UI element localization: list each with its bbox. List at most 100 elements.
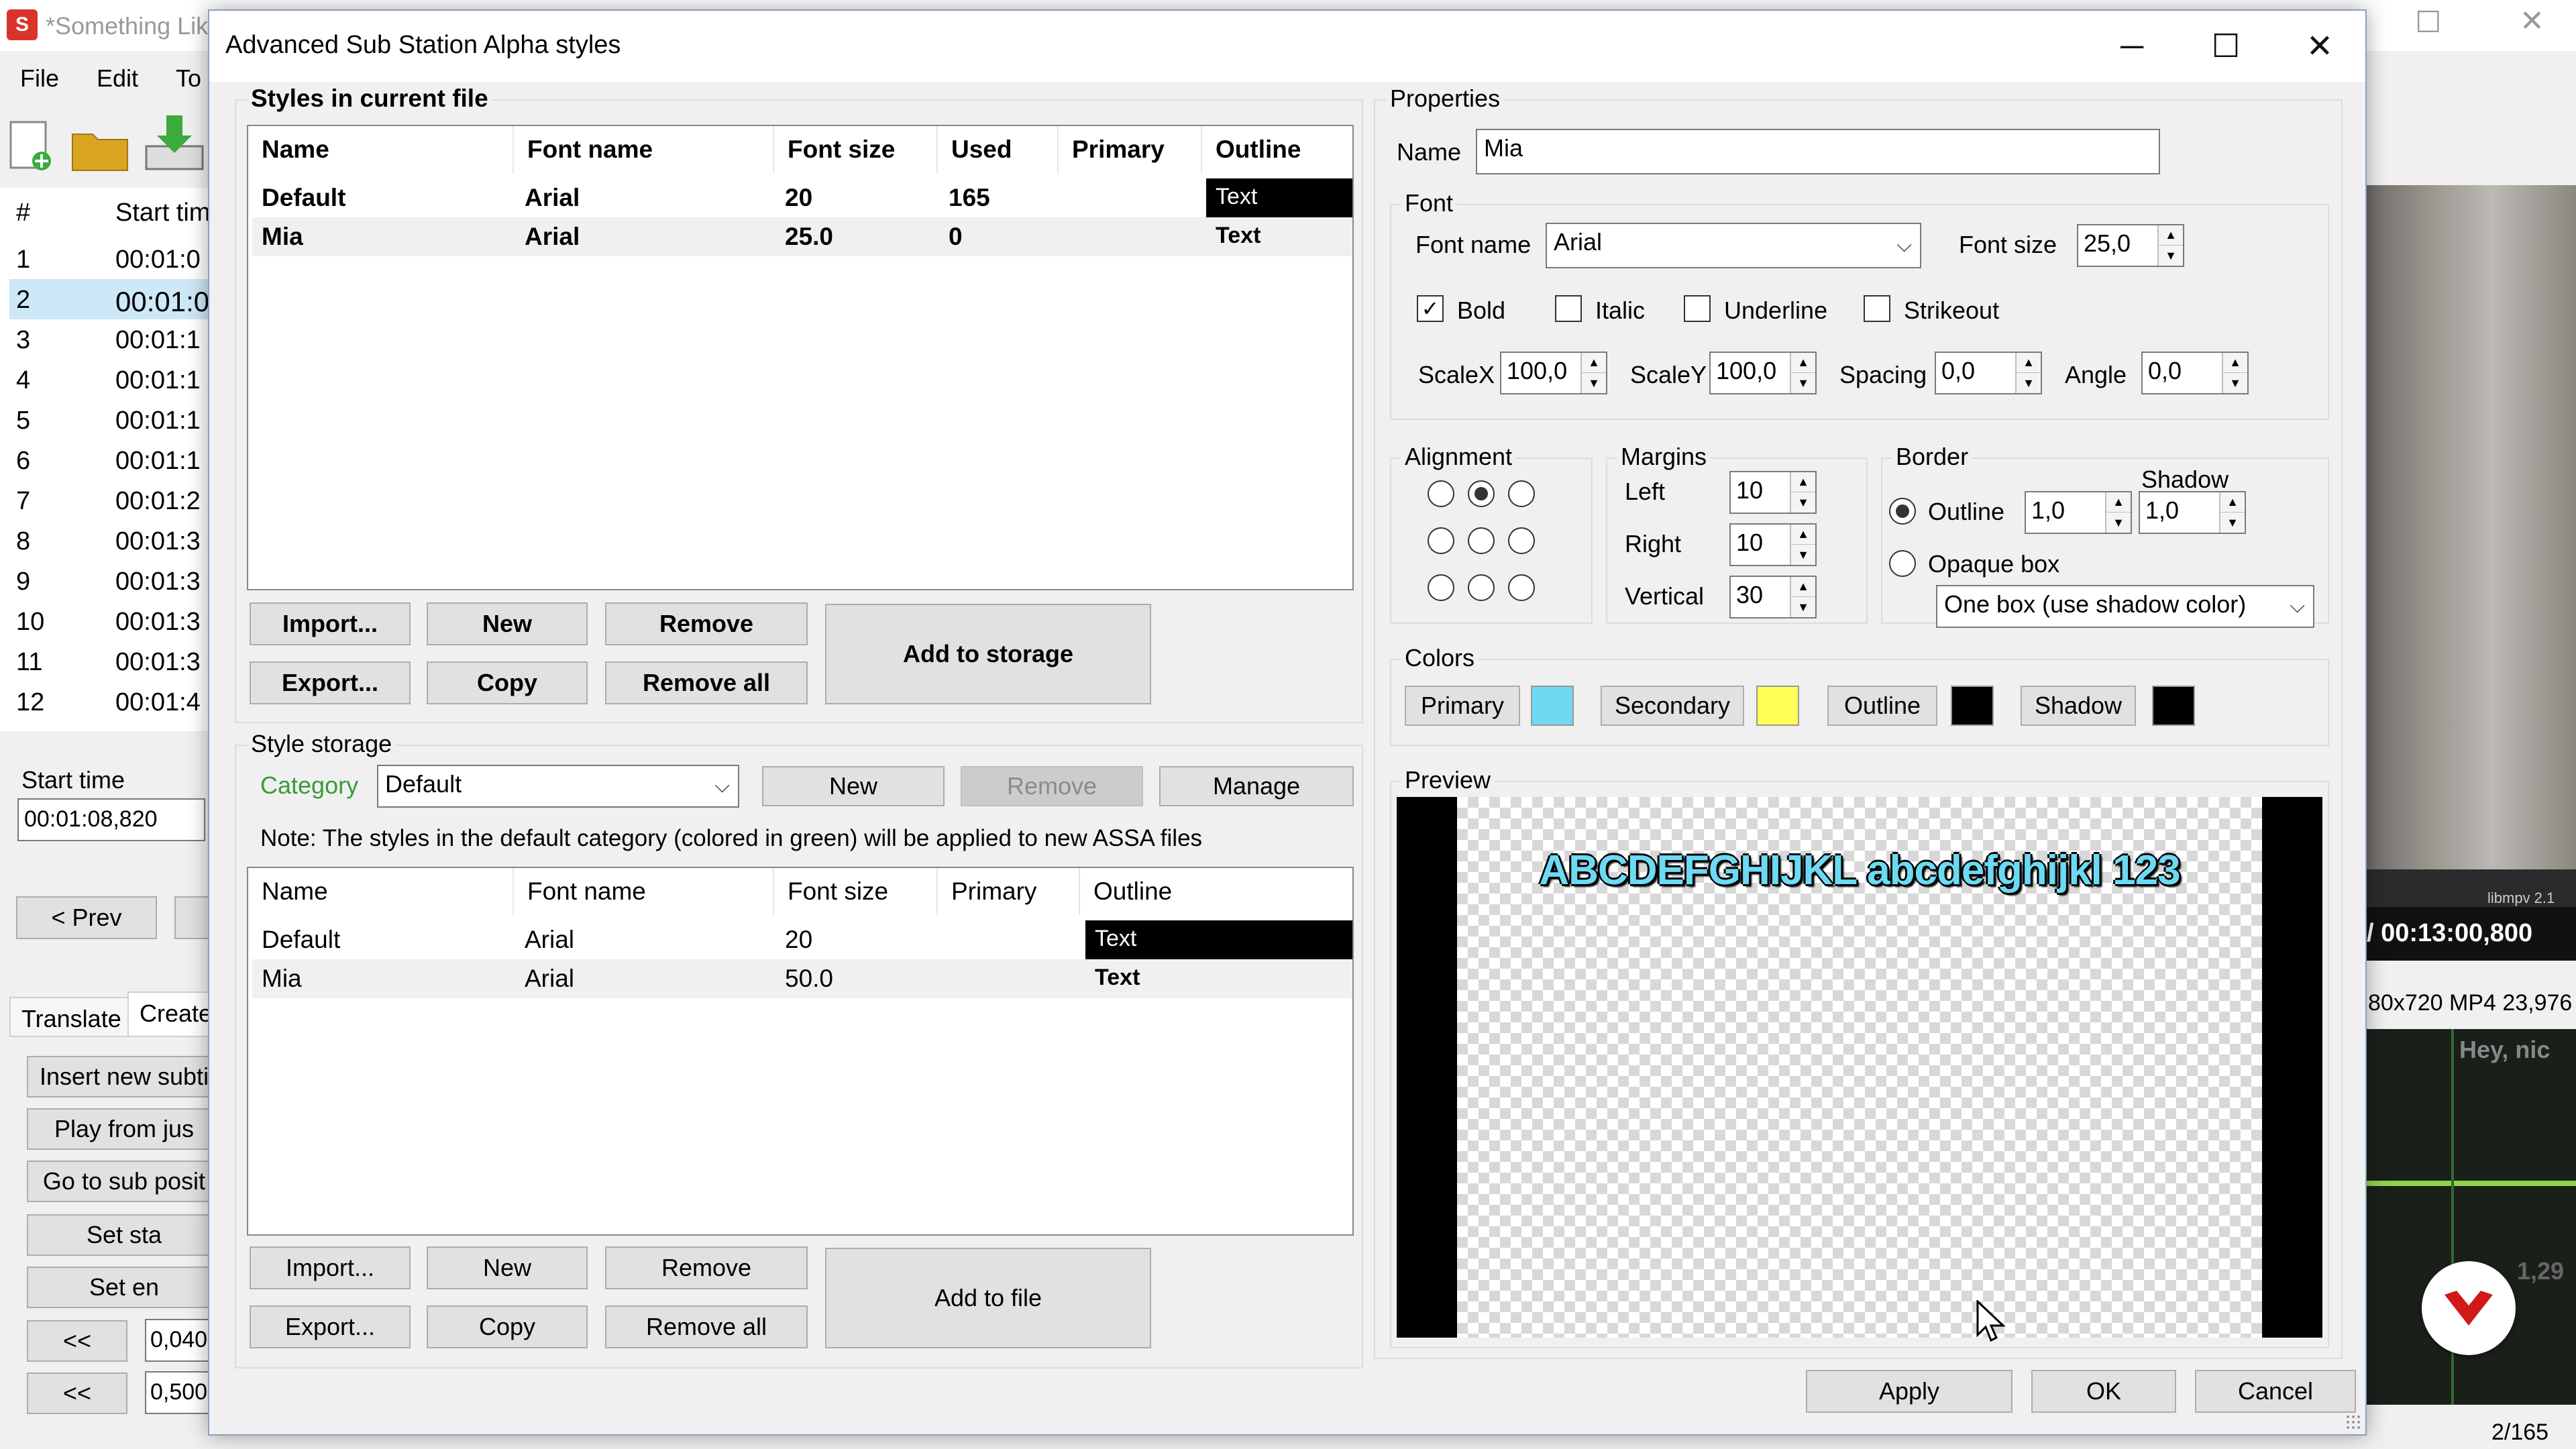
spin-down-icon[interactable]: ▼ bbox=[1580, 373, 1606, 393]
category-select[interactable]: Default ⌵ bbox=[377, 765, 739, 808]
secondary-color-swatch[interactable] bbox=[1756, 686, 1799, 726]
nudge-value-input[interactable]: 0,040 bbox=[145, 1319, 212, 1362]
copy-style-button[interactable]: Copy bbox=[427, 661, 588, 704]
menu-file[interactable]: File bbox=[20, 64, 59, 93]
table-row[interactable]: Mia Arial 25.0 0 Text bbox=[252, 217, 1352, 256]
storage-remove-all-button[interactable]: Remove all bbox=[605, 1305, 808, 1348]
column-name[interactable]: Name bbox=[248, 868, 514, 915]
grid-row[interactable]: 10 00:01:3 bbox=[9, 601, 211, 641]
align-middle-right-radio[interactable] bbox=[1508, 527, 1535, 554]
cancel-button[interactable]: Cancel bbox=[2195, 1370, 2356, 1413]
spin-down-icon[interactable]: ▼ bbox=[1790, 492, 1815, 513]
spin-up-icon[interactable]: ▲ bbox=[2157, 225, 2183, 246]
spin-down-icon[interactable]: ▼ bbox=[2222, 373, 2247, 393]
insert-new-subtitle-button[interactable]: Insert new subti bbox=[27, 1056, 221, 1097]
storage-new-button[interactable]: New bbox=[427, 1246, 588, 1289]
storage-export-button[interactable]: Export... bbox=[250, 1305, 411, 1348]
align-top-right-radio[interactable] bbox=[1508, 480, 1535, 507]
remove-all-styles-button[interactable]: Remove all bbox=[605, 661, 808, 704]
spin-up-icon[interactable]: ▲ bbox=[1790, 525, 1815, 545]
grid-row[interactable]: 7 00:01:2 bbox=[9, 480, 211, 521]
grid-row[interactable]: 3 00:01:1 bbox=[9, 319, 211, 360]
go-to-sub-position-button[interactable]: Go to sub posit bbox=[27, 1161, 221, 1202]
grid-row[interactable]: 5 00:01:1 bbox=[9, 400, 211, 440]
shadow-color-button[interactable]: Shadow bbox=[2021, 686, 2136, 726]
primary-color-swatch[interactable] bbox=[1531, 686, 1574, 726]
spin-up-icon[interactable]: ▲ bbox=[1790, 353, 1815, 373]
prev-button[interactable]: < Prev bbox=[16, 896, 157, 939]
background-maximize-icon[interactable]: ☐ bbox=[2415, 5, 2441, 40]
close-icon[interactable]: ✕ bbox=[2273, 11, 2367, 82]
spin-up-icon[interactable]: ▲ bbox=[1580, 353, 1606, 373]
nudge-value-input[interactable]: 0,500 bbox=[145, 1371, 212, 1414]
scalex-stepper[interactable]: 100,0 ▲ ▼ bbox=[1500, 352, 1607, 394]
column-font-name[interactable]: Font name bbox=[514, 868, 774, 915]
resize-grip-icon[interactable] bbox=[2345, 1414, 2363, 1432]
grid-row[interactable]: 2 00:01:0 bbox=[9, 279, 211, 319]
column-used[interactable]: Used bbox=[938, 126, 1059, 173]
column-font-size[interactable]: Font size bbox=[774, 126, 938, 173]
spacing-stepper[interactable]: 0,0 ▲ ▼ bbox=[1935, 352, 2042, 394]
floating-logo-icon[interactable] bbox=[2422, 1261, 2516, 1355]
scaley-stepper[interactable]: 100,0 ▲ ▼ bbox=[1709, 352, 1817, 394]
column-primary[interactable]: Primary bbox=[938, 868, 1080, 915]
minimize-icon[interactable]: ─ bbox=[2085, 11, 2179, 82]
new-file-icon[interactable] bbox=[4, 118, 58, 174]
grid-row[interactable]: 9 00:01:3 bbox=[9, 561, 211, 601]
play-from-just-button[interactable]: Play from jus bbox=[27, 1108, 221, 1150]
spin-up-icon[interactable]: ▲ bbox=[2222, 353, 2247, 373]
spin-up-icon[interactable]: ▲ bbox=[1790, 472, 1815, 492]
align-bottom-left-radio[interactable] bbox=[1428, 574, 1454, 601]
bold-checkbox[interactable]: ✓ bbox=[1417, 295, 1444, 322]
outline-color-swatch[interactable] bbox=[1951, 686, 1994, 726]
margin-right-stepper[interactable]: 10 ▲ ▼ bbox=[1729, 523, 1817, 566]
ok-button[interactable]: OK bbox=[2031, 1370, 2176, 1413]
column-primary[interactable]: Primary bbox=[1059, 126, 1202, 173]
grid-row[interactable]: 4 00:01:1 bbox=[9, 360, 211, 400]
add-to-file-button[interactable]: Add to file bbox=[825, 1248, 1151, 1348]
tab-translate[interactable]: Translate bbox=[9, 997, 133, 1037]
table-row[interactable]: Mia Arial 50.0 Text bbox=[252, 959, 1352, 998]
new-style-button[interactable]: New bbox=[427, 602, 588, 645]
dialog-titlebar[interactable]: Advanced Sub Station Alpha styles ─ ☐ ✕ bbox=[209, 11, 2365, 82]
grid-row[interactable]: 1 00:01:0 bbox=[9, 239, 211, 279]
spin-up-icon[interactable]: ▲ bbox=[2105, 492, 2131, 513]
storage-copy-button[interactable]: Copy bbox=[427, 1305, 588, 1348]
font-size-stepper[interactable]: 25,0 ▲ ▼ bbox=[2077, 224, 2184, 267]
opaque-box-radio[interactable] bbox=[1889, 550, 1916, 577]
set-start-button[interactable]: Set sta bbox=[27, 1214, 221, 1256]
open-folder-icon[interactable] bbox=[70, 121, 131, 174]
download-icon[interactable] bbox=[142, 113, 207, 173]
new-category-button[interactable]: New bbox=[762, 766, 945, 806]
set-end-button[interactable]: Set en bbox=[27, 1267, 221, 1308]
spin-up-icon[interactable]: ▲ bbox=[2015, 353, 2041, 373]
nudge-back-button[interactable]: << bbox=[27, 1320, 127, 1362]
align-top-center-radio[interactable] bbox=[1468, 480, 1495, 507]
menu-tools[interactable]: To bbox=[176, 64, 201, 93]
primary-color-button[interactable]: Primary bbox=[1405, 686, 1520, 726]
column-outline[interactable]: Outline bbox=[1202, 126, 1352, 173]
style-storage-list[interactable]: Name Font name Font size Primary Outline… bbox=[247, 867, 1354, 1236]
spin-down-icon[interactable]: ▼ bbox=[2157, 246, 2183, 266]
remove-style-button[interactable]: Remove bbox=[605, 602, 808, 645]
secondary-color-button[interactable]: Secondary bbox=[1601, 686, 1744, 726]
import-button[interactable]: Import... bbox=[250, 602, 411, 645]
spin-down-icon[interactable]: ▼ bbox=[1790, 545, 1815, 565]
italic-checkbox[interactable] bbox=[1555, 295, 1582, 322]
grid-row[interactable]: 8 00:01:3 bbox=[9, 521, 211, 561]
menu-edit[interactable]: Edit bbox=[97, 64, 138, 93]
grid-row[interactable]: 6 00:01:1 bbox=[9, 440, 211, 480]
maximize-icon[interactable]: ☐ bbox=[2179, 11, 2273, 82]
video-controls-bar[interactable]: libmpv 2.1 bbox=[2367, 869, 2576, 907]
storage-remove-button[interactable]: Remove bbox=[605, 1246, 808, 1289]
export-button[interactable]: Export... bbox=[250, 661, 411, 704]
add-to-storage-button[interactable]: Add to storage bbox=[825, 604, 1151, 704]
spin-down-icon[interactable]: ▼ bbox=[1790, 373, 1815, 393]
align-bottom-right-radio[interactable] bbox=[1508, 574, 1535, 601]
style-name-input[interactable]: Mia bbox=[1476, 129, 2160, 174]
outline-width-stepper[interactable]: 1,0 ▲ ▼ bbox=[2025, 491, 2132, 534]
table-row[interactable]: Default Arial 20 Text bbox=[252, 920, 1352, 959]
spin-down-icon[interactable]: ▼ bbox=[2219, 513, 2245, 533]
spin-down-icon[interactable]: ▼ bbox=[2015, 373, 2041, 393]
margin-left-stepper[interactable]: 10 ▲ ▼ bbox=[1729, 471, 1817, 514]
